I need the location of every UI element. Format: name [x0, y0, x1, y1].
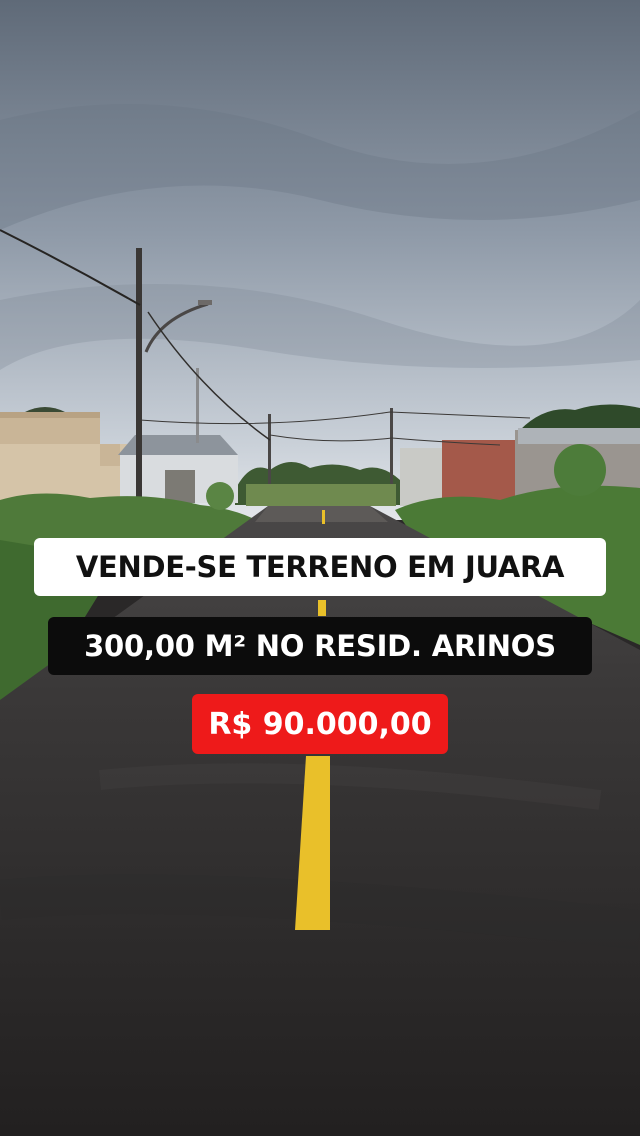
photo-scene: VENDE-SE TERRENO EM JUARA 300,00 M² NO R… [0, 0, 640, 1136]
headline-banner: VENDE-SE TERRENO EM JUARA [0, 538, 640, 596]
details-banner: 300,00 M² NO RESID. ARINOS [0, 617, 640, 675]
price-text: R$ 90.000,00 [192, 694, 448, 754]
headline-text: VENDE-SE TERRENO EM JUARA [34, 538, 606, 596]
brick-wall [442, 440, 518, 500]
price-badge: R$ 90.000,00 [0, 694, 640, 754]
right-building [400, 448, 445, 506]
road-center-line [322, 510, 325, 524]
utility-pole [136, 248, 142, 510]
details-text: 300,00 M² NO RESID. ARINOS [48, 617, 592, 675]
